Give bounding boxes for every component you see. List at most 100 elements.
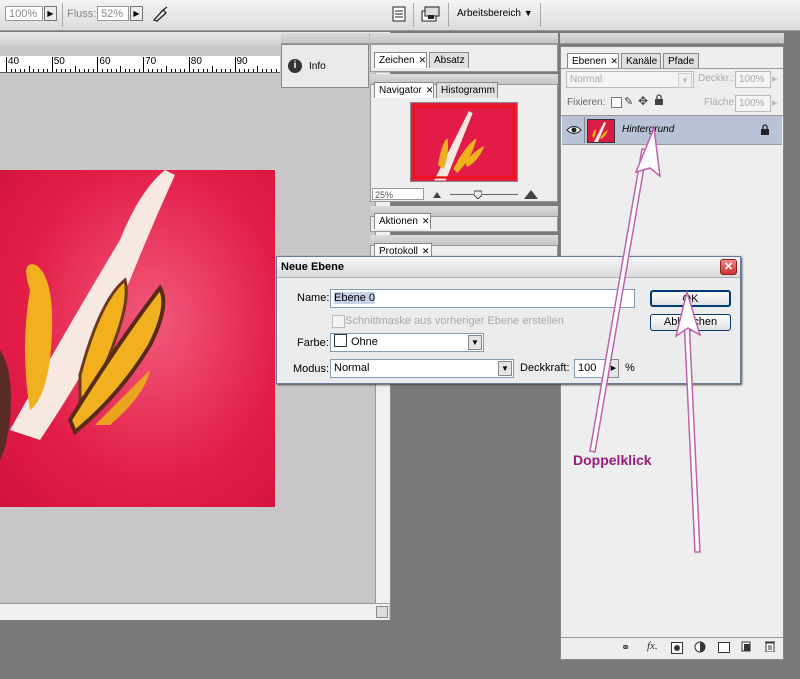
fill-arrow-icon[interactable]: ▶ bbox=[772, 99, 777, 107]
ruler-tick bbox=[15, 69, 17, 72]
horizontal-scrollbar[interactable] bbox=[0, 603, 389, 620]
new-group-icon[interactable] bbox=[718, 642, 730, 653]
layer-row-hintergrund[interactable]: Hintergrund bbox=[562, 116, 782, 145]
navigator-zoom-value: 25% bbox=[375, 190, 394, 200]
navigator-thumbnail[interactable] bbox=[410, 102, 518, 182]
ruler-tick bbox=[65, 69, 67, 72]
color-select[interactable]: Ohne ▼ bbox=[330, 333, 484, 352]
opacity-value: 100% bbox=[9, 8, 38, 20]
ruler-tick bbox=[211, 66, 213, 72]
tab-kanaele[interactable]: Kanäle bbox=[621, 53, 661, 69]
trash-icon[interactable] bbox=[765, 640, 775, 653]
layers-panel-header[interactable] bbox=[560, 33, 784, 44]
document-icon[interactable] bbox=[392, 6, 406, 22]
tab-absatz[interactable]: Absatz bbox=[429, 52, 469, 68]
fill-field[interactable]: 100% bbox=[735, 95, 771, 112]
close-icon[interactable]: ✕ bbox=[720, 259, 737, 275]
close-icon[interactable]: ✕ bbox=[426, 85, 434, 95]
layer-opacity-field[interactable]: 100% bbox=[735, 71, 771, 88]
layer-name[interactable]: Hintergrund bbox=[622, 124, 674, 135]
ruler-tick bbox=[60, 69, 62, 72]
close-icon[interactable]: ✕ bbox=[422, 246, 430, 256]
ruler-tick bbox=[216, 69, 218, 72]
zoom-slider-track[interactable] bbox=[450, 194, 518, 195]
ruler-tick bbox=[188, 57, 190, 72]
opacity-field[interactable]: 100% bbox=[5, 6, 43, 21]
ruler-tick bbox=[138, 69, 140, 72]
bridge-icon[interactable] bbox=[420, 5, 442, 23]
tab-divider bbox=[561, 68, 783, 69]
ruler-tick bbox=[184, 69, 186, 72]
color-value: Ohne bbox=[351, 336, 378, 348]
tab-navigator[interactable]: Navigator ✕ bbox=[374, 82, 434, 98]
layer-mask-icon[interactable] bbox=[671, 642, 683, 654]
tab-zeichen[interactable]: Zeichen ✕ bbox=[374, 52, 427, 68]
tab-histogramm[interactable]: Histogramm bbox=[436, 82, 498, 98]
navigator-zoom-field[interactable]: 25% bbox=[372, 188, 424, 200]
lock-brush-icon[interactable]: ✎ bbox=[624, 95, 633, 108]
ruler-tick bbox=[106, 69, 108, 72]
fill-value: 100% bbox=[739, 98, 765, 109]
close-icon[interactable]: ✕ bbox=[419, 55, 427, 65]
close-icon[interactable]: ✕ bbox=[610, 56, 618, 66]
dialog-opacity-input[interactable]: 100 bbox=[574, 359, 607, 378]
dialog-titlebar[interactable]: Neue Ebene ✕ bbox=[277, 257, 740, 278]
ruler-tick bbox=[51, 57, 53, 72]
row-divider bbox=[584, 117, 585, 143]
workspace-menu[interactable]: Arbeitsbereich ▼ bbox=[457, 8, 533, 19]
adjustment-layer-icon[interactable] bbox=[694, 641, 706, 653]
chevron-down-icon: ▼ bbox=[498, 361, 512, 376]
ruler-tick bbox=[97, 57, 99, 72]
dialog-opacity-value: 100 bbox=[578, 362, 597, 374]
opacity-dropdown-button[interactable]: ▶ bbox=[608, 359, 619, 378]
doppelklick-annotation: Doppelklick bbox=[573, 452, 652, 468]
ruler-tick bbox=[165, 66, 167, 72]
ruler-tick bbox=[101, 69, 103, 72]
ruler-tick bbox=[202, 69, 204, 72]
layer-name-value: Ebene 0 bbox=[334, 292, 375, 304]
tab-histogramm-label: Histogramm bbox=[441, 85, 495, 96]
ok-button[interactable]: OK bbox=[650, 290, 731, 307]
lock-transparency-icon[interactable] bbox=[611, 97, 622, 108]
lock-all-icon[interactable] bbox=[654, 94, 664, 106]
lock-move-icon[interactable]: ✥ bbox=[638, 94, 648, 108]
opacity-arrow-button[interactable]: ▶ bbox=[44, 6, 57, 21]
zoom-slider-handle[interactable] bbox=[473, 189, 483, 200]
tab-ebenen[interactable]: Ebenen ✕ bbox=[567, 53, 619, 69]
new-layer-icon[interactable] bbox=[741, 641, 751, 652]
footer-divider bbox=[561, 637, 783, 638]
clipping-mask-checkbox[interactable] bbox=[332, 315, 345, 328]
info-label: Info bbox=[309, 61, 326, 72]
zeichen-panel-header[interactable] bbox=[370, 33, 558, 44]
name-label: Name: bbox=[297, 292, 330, 304]
info-panel-header[interactable] bbox=[281, 33, 369, 44]
flower-photo[interactable] bbox=[0, 170, 275, 507]
ruler-tick bbox=[193, 69, 195, 72]
link-layers-icon[interactable]: ⚭ bbox=[621, 641, 630, 654]
ruler-tick bbox=[19, 69, 21, 72]
layer-style-icon[interactable]: fx. bbox=[647, 640, 658, 652]
tab-aktionen[interactable]: Aktionen ✕ bbox=[374, 213, 431, 229]
layer-name-input[interactable]: Ebene 0 bbox=[330, 289, 635, 308]
opacity-arrow-icon[interactable]: ▶ bbox=[772, 75, 777, 83]
toolbar-separator bbox=[540, 3, 541, 27]
ruler-tick bbox=[124, 69, 126, 72]
zoom-in-icon[interactable] bbox=[523, 188, 539, 200]
airbrush-icon[interactable] bbox=[151, 5, 171, 23]
scroll-corner-button[interactable] bbox=[376, 606, 388, 618]
close-icon[interactable]: ✕ bbox=[422, 216, 430, 226]
flow-field[interactable]: 52% bbox=[97, 6, 129, 21]
eye-icon[interactable] bbox=[566, 123, 582, 137]
zoom-out-icon[interactable] bbox=[432, 189, 442, 199]
tab-zeichen-label: Zeichen bbox=[379, 55, 415, 66]
ruler-tick bbox=[179, 69, 181, 72]
blend-mode-select[interactable]: Normal ▼ bbox=[566, 71, 694, 88]
flow-value: 52% bbox=[101, 8, 124, 20]
info-panel[interactable]: i Info bbox=[281, 44, 369, 88]
tab-pfade[interactable]: Pfade bbox=[663, 53, 699, 69]
cancel-button[interactable]: Abbrechen bbox=[650, 314, 731, 331]
horizontal-ruler[interactable]: 40506070809010 bbox=[0, 56, 280, 73]
mode-select[interactable]: Normal ▼ bbox=[330, 359, 514, 378]
flow-arrow-button[interactable]: ▶ bbox=[130, 6, 143, 21]
ruler-tick bbox=[225, 69, 227, 72]
